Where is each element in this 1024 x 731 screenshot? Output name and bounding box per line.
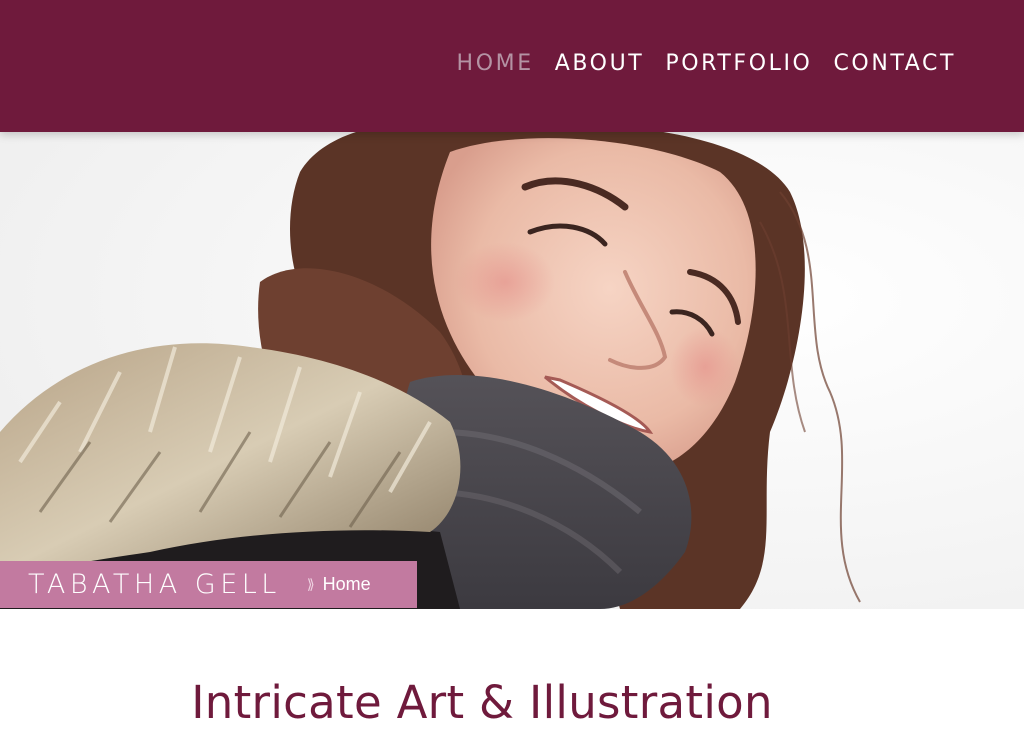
- main-nav: HOME ABOUT PORTFOLIO CONTACT: [457, 50, 956, 78]
- breadcrumb-home-link[interactable]: Home: [323, 574, 371, 595]
- nav-about-link[interactable]: ABOUT: [555, 50, 645, 78]
- site-name: TABATHA GELL: [28, 569, 281, 600]
- nav-contact-link[interactable]: CONTACT: [833, 50, 956, 78]
- hero-image: [0, 132, 1024, 609]
- nav-portfolio-link[interactable]: PORTFOLIO: [665, 50, 812, 78]
- page-title: Intricate Art & Illustration: [191, 676, 773, 729]
- site-header: HOME ABOUT PORTFOLIO CONTACT: [0, 0, 1024, 132]
- breadcrumb: TABATHA GELL ⟫ Home: [0, 561, 417, 608]
- nav-home-link[interactable]: HOME: [457, 50, 534, 78]
- breadcrumb-separator-icon: ⟫: [306, 576, 315, 592]
- portrait-photo: [0, 132, 1024, 609]
